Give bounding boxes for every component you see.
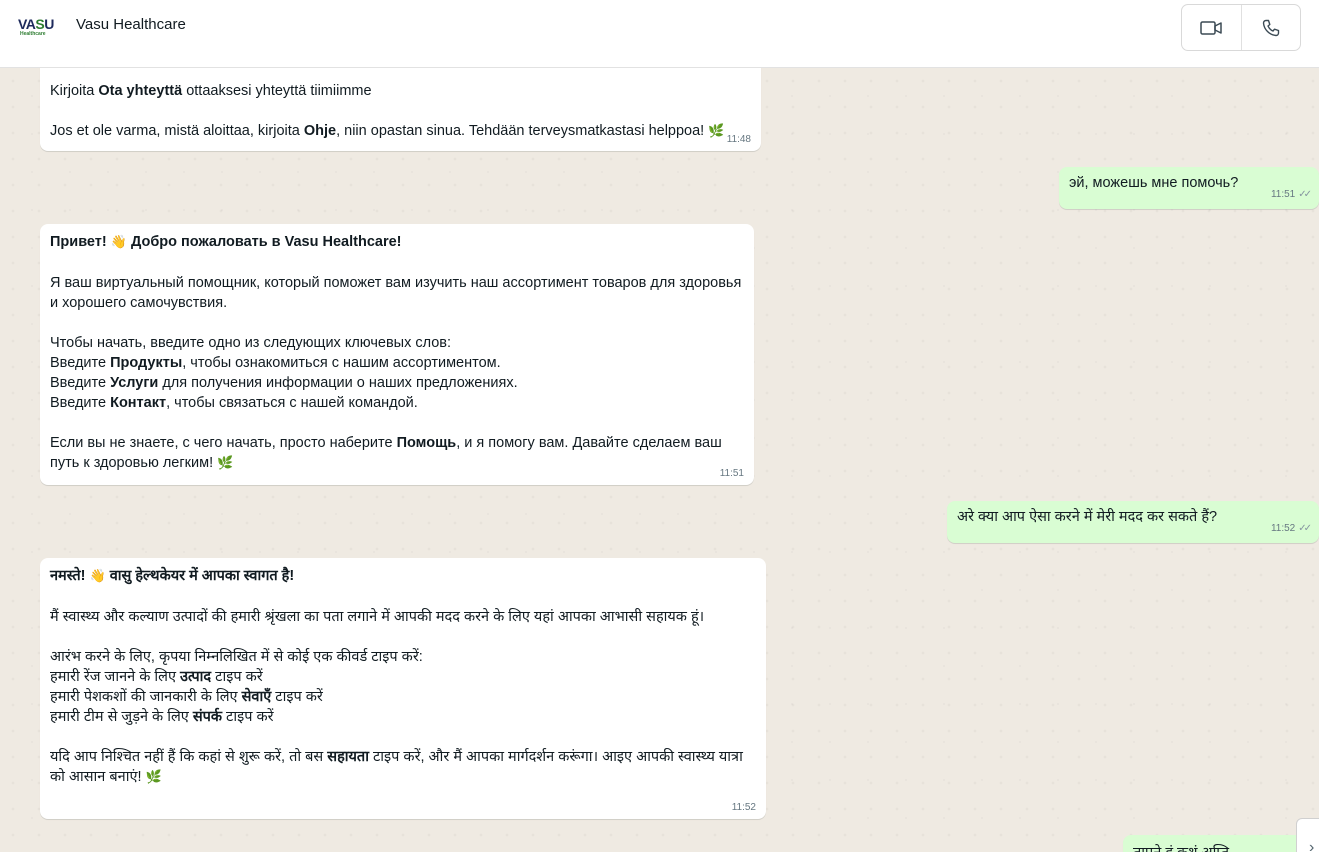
message-time: 11:52 (731, 802, 756, 813)
message-line: Я ваш виртуальный помощник, который помо… (50, 275, 742, 311)
video-call-button[interactable] (1182, 5, 1241, 50)
message-time: 11:52 ✓✓ (1270, 523, 1312, 534)
incoming-message: नमस्ते! 👋 वासु हेल्थकेयर में आपका स्वागत… (40, 558, 766, 819)
message-line: यदि आप निश्चित नहीं हैं कि कहां से शुरू … (50, 749, 743, 785)
voice-call-button[interactable] (1240, 5, 1300, 50)
read-receipt-icon: ✓✓ (1298, 523, 1312, 534)
message-line: हमारी टीम से जुड़ने के लिए संपर्क टाइप क… (50, 709, 274, 725)
message-line: Привет! 👋 Добро пожаловать в Vasu Health… (50, 234, 402, 250)
message-text: तापने हं कथं अप्ति (1133, 841, 1309, 852)
chevron-icon: › (1309, 839, 1315, 852)
contact-name[interactable]: Vasu Healthcare (76, 16, 186, 34)
waving-hand-emoji-icon: 👋 (110, 235, 127, 250)
waving-hand-emoji-icon: 👋 (89, 569, 106, 584)
message-line: Введите Продукты, чтобы ознакомиться с н… (50, 355, 501, 371)
video-camera-icon (1200, 20, 1223, 35)
message-line: Чтобы начать, введите одно из следующих … (50, 335, 452, 351)
outgoing-message: эй, можешь мне помочь? 11:51 ✓✓ (1059, 167, 1319, 209)
chat-header: VASU Healthcare Vasu Healthcare (0, 0, 1319, 68)
message-line: Введите Услуги для получения информации … (50, 375, 518, 391)
vasu-healthcare-logo: VASU Healthcare (18, 17, 58, 39)
outgoing-message: तापने हं कथं अप्ति (1123, 835, 1319, 852)
message-text: эй, можешь мне помочь? (1069, 175, 1239, 191)
herb-emoji-icon: 🌿 (145, 770, 162, 785)
message-line: हमारी रेंज जानने के लिए उत्पाद टाइप करें (50, 669, 263, 685)
message-list[interactable]: Kirjoita Ota yhteyttä ottaaksesi yhteytt… (0, 68, 1319, 852)
message-time: 11:51 (719, 468, 744, 479)
message-line: Kirjoita Ota yhteyttä ottaaksesi yhteytt… (50, 83, 372, 99)
logo-wordmark: VASU (18, 16, 54, 32)
incoming-message: Привет! 👋 Добро пожаловать в Vasu Health… (40, 224, 754, 485)
outgoing-message: अरे क्या आप ऐसा करने में मेरी मदद कर सकत… (947, 501, 1319, 543)
message-line: आरंभ करने के लिए, कृपया निम्नलिखित में स… (50, 649, 423, 665)
message-line: Если вы не знаете, с чего начать, просто… (50, 435, 722, 471)
call-actions (1181, 4, 1301, 51)
message-text: अरे क्या आप ऐसा करने में मेरी मदद कर सकत… (957, 509, 1218, 525)
message-line: हमारी पेशकशों की जानकारी के लिए सेवाएँ ट… (50, 689, 323, 705)
message-line: नमस्ते! 👋 वासु हेल्थकेयर में आपका स्वागत… (50, 568, 295, 584)
message-time: 11:48 (726, 134, 751, 145)
herb-emoji-icon: 🌿 (708, 124, 725, 139)
herb-emoji-icon: 🌿 (217, 456, 234, 471)
incoming-message: Kirjoita Ota yhteyttä ottaaksesi yhteytt… (40, 68, 761, 151)
phone-icon (1262, 19, 1280, 36)
message-line: मैं स्वास्थ्य और कल्याण उत्पादों की हमार… (50, 609, 705, 625)
message-line: Jos et ole varma, mistä aloittaa, kirjoi… (50, 123, 725, 139)
message-line: Введите Контакт, чтобы связаться с нашей… (50, 395, 418, 411)
read-receipt-icon: ✓✓ (1298, 189, 1312, 200)
message-time: 11:51 ✓✓ (1270, 189, 1312, 200)
scroll-to-bottom-button[interactable]: › (1296, 818, 1319, 852)
